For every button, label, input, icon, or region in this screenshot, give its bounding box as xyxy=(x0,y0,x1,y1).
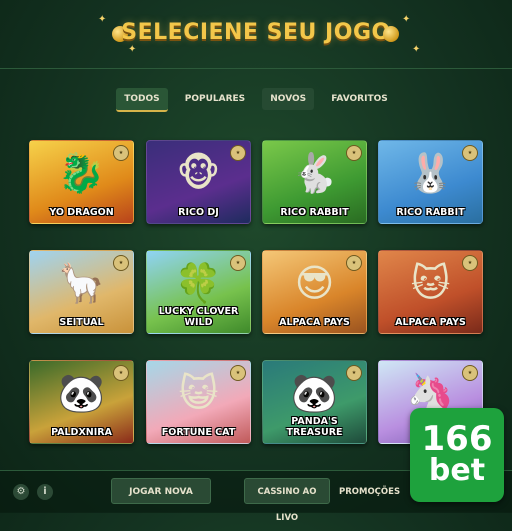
game-card[interactable]: 🐇 ★ RICO RABBIT xyxy=(262,140,367,224)
live-casino-button[interactable]: CASSINO AO LIVO xyxy=(244,478,330,523)
game-title: LUCKY CLOVER WILD xyxy=(158,306,239,328)
sparkle-icon: ✦ xyxy=(402,14,411,25)
tab-todos[interactable]: TODOS xyxy=(116,88,168,112)
game-title: RICO RABBIT xyxy=(396,207,465,218)
page-title: SELECIENE SEU JOGO xyxy=(121,20,391,45)
coin-icon xyxy=(383,26,399,42)
info-icon[interactable]: i xyxy=(37,484,53,500)
play-new-button[interactable]: JOGAR NOVA xyxy=(111,478,211,504)
game-card[interactable]: 😺 ★ FORTUNE CAT xyxy=(146,360,251,444)
game-card[interactable]: 🐉 ★ YO DRAGON xyxy=(29,140,134,224)
game-card[interactable]: 🐱 ★ ALPACA PAYS xyxy=(378,250,483,334)
badge-icon: ★ xyxy=(346,145,362,161)
badge-icon: ★ xyxy=(462,145,478,161)
badge-icon: ★ xyxy=(230,365,246,381)
badge-icon: ★ xyxy=(462,255,478,271)
badge-icon: ★ xyxy=(113,365,129,381)
game-grid: 🐉 ★ YO DRAGON 🐵 ★ RICO DJ 🐇 ★ RICO RABBI… xyxy=(29,140,483,444)
header: ✦ ✦ SELECIENE SEU JOGO ✦ ✦ xyxy=(0,0,512,70)
game-card[interactable]: 🐼 ★ PALDXNIRA xyxy=(29,360,134,444)
game-card[interactable]: 🐰 ★ RICO RABBIT xyxy=(378,140,483,224)
game-title: YO DRAGON xyxy=(49,207,114,218)
game-title: RICO RABBIT xyxy=(280,207,349,218)
badge-icon: ★ xyxy=(230,255,246,271)
game-card[interactable]: 🐼 ★ PANDA'S TREASURE xyxy=(262,360,367,444)
game-card[interactable]: 🦙 ★ SEITUAL xyxy=(29,250,134,334)
tab-novos[interactable]: NOVOS xyxy=(262,88,315,110)
game-title: ALPACA PAYS xyxy=(279,317,350,328)
logo-word: bet xyxy=(428,453,486,488)
badge-icon: ★ xyxy=(346,365,362,381)
game-title: ALPACA PAYS xyxy=(395,317,466,328)
tab-populares[interactable]: POPULARES xyxy=(177,88,253,110)
gear-icon[interactable]: ⚙ xyxy=(13,484,29,500)
logo-number: 166 xyxy=(421,419,493,459)
game-title: PANDA'S TREASURE xyxy=(286,416,343,438)
badge-icon: ★ xyxy=(113,255,129,271)
promotions-button[interactable]: PROMOÇÕES xyxy=(334,478,402,504)
badge-icon: ★ xyxy=(462,365,478,381)
badge-icon: ★ xyxy=(113,145,129,161)
game-card[interactable]: 🐵 ★ RICO DJ xyxy=(146,140,251,224)
category-tabs: TODOS POPULARES NOVOS FAVORITOS xyxy=(0,86,512,112)
header-divider xyxy=(0,68,512,69)
tab-favoritos[interactable]: FAVORITOS xyxy=(323,88,395,110)
game-card[interactable]: 😎 ★ ALPACA PAYS xyxy=(262,250,367,334)
game-title: RICO DJ xyxy=(178,207,219,218)
brand-logo: 166 bet xyxy=(410,408,504,502)
game-title: SEITUAL xyxy=(59,317,104,328)
game-title: FORTUNE CAT xyxy=(161,427,236,438)
game-title: PALDXNIRA xyxy=(51,427,112,438)
badge-icon: ★ xyxy=(346,255,362,271)
sparkle-icon: ✦ xyxy=(128,44,137,55)
badge-icon: ★ xyxy=(230,145,246,161)
sparkle-icon: ✦ xyxy=(412,44,421,55)
game-card[interactable]: 🍀 ★ LUCKY CLOVER WILD xyxy=(146,250,251,334)
